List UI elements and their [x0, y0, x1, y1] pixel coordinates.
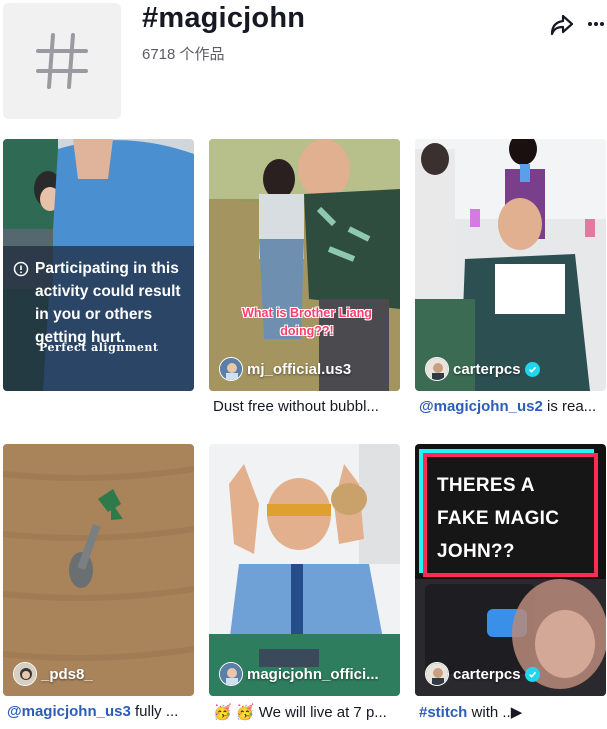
video-count: 6718 个作品	[142, 46, 225, 63]
author-name: carterpcs	[453, 360, 521, 378]
caption-mention[interactable]: @magicjohn_us2	[419, 398, 543, 415]
video-caption[interactable]: Dust free without bubbl...	[213, 398, 406, 420]
video-thumbnail	[3, 444, 194, 696]
avatar	[13, 662, 37, 686]
video-author[interactable]: mj_official.us3	[219, 357, 351, 381]
video-author[interactable]: carterpcs	[425, 662, 540, 686]
video-overlay-card: THERES A FAKE MAGIC JOHN??	[423, 453, 598, 577]
verified-check-icon	[524, 666, 540, 682]
video-card[interactable]: _pds8_	[3, 444, 194, 696]
hashtag-header: #magicjohn 6718 个作品	[0, 0, 607, 125]
video-caption[interactable]: #stitch with ..▶	[419, 703, 607, 725]
video-card[interactable]: carterpcs	[415, 139, 606, 391]
hashtag-title: #magicjohn	[142, 2, 306, 34]
share-arrow-icon	[550, 14, 574, 36]
video-card[interactable]: What is Brother Liang doing??! mj_offici…	[209, 139, 400, 391]
video-overlay-text: Perfect alignment	[39, 341, 159, 354]
video-overlay-text: What is Brother Liang doing??!	[242, 306, 372, 338]
safety-warning: Participating in this activity could res…	[3, 246, 194, 391]
hashtag-avatar	[3, 3, 121, 119]
hash-icon	[36, 33, 88, 89]
warning-text: Participating in this activity could res…	[35, 260, 181, 346]
author-name: carterpcs	[453, 665, 521, 683]
author-name: magicjohn_offici...	[247, 665, 379, 683]
share-button[interactable]	[549, 12, 575, 38]
video-card[interactable]: Participating in this activity could res…	[3, 139, 194, 391]
avatar	[219, 357, 243, 381]
author-name: _pds8_	[41, 665, 93, 683]
video-thumbnail	[209, 444, 400, 696]
avatar	[219, 662, 243, 686]
video-author[interactable]: _pds8_	[13, 662, 93, 686]
verified-check-icon	[524, 361, 540, 377]
caption-mention[interactable]: @magicjohn_us3	[7, 703, 131, 720]
video-caption[interactable]: 🥳 🥳 We will live at 7 p...	[213, 703, 406, 725]
video-thumbnail	[415, 139, 606, 391]
video-caption[interactable]: @magicjohn_us3 fully ...	[7, 703, 200, 725]
avatar	[425, 662, 449, 686]
video-caption[interactable]: @magicjohn_us2 is rea...	[419, 398, 607, 420]
author-name: mj_official.us3	[247, 360, 352, 378]
video-card[interactable]: magicjohn_offici...	[209, 444, 400, 696]
video-author[interactable]: carterpcs	[425, 357, 540, 381]
video-card[interactable]: THERES A FAKE MAGIC JOHN?? carterpcs	[415, 444, 606, 696]
avatar	[425, 357, 449, 381]
caption-mention[interactable]: #stitch	[419, 704, 467, 721]
more-dots-icon	[588, 22, 604, 26]
video-overlay-text: THERES A FAKE MAGIC JOHN??	[437, 475, 560, 562]
video-thumbnail	[209, 139, 400, 391]
more-options-button[interactable]	[586, 14, 606, 34]
info-circle-icon	[13, 261, 29, 277]
video-author[interactable]: magicjohn_offici...	[219, 662, 379, 686]
